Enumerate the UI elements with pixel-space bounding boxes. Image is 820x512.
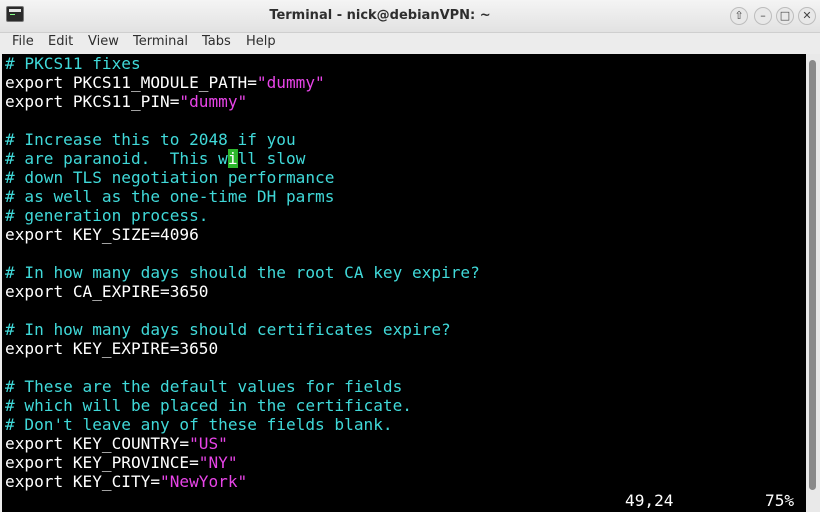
terminal-text: export PKCS11_MODULE_PATH= [5,73,257,92]
scroll-percent: 75% [765,491,795,510]
window-title: Terminal - nick@debianVPN: ~ [269,8,491,23]
terminal-line: # generation process. [5,206,208,225]
terminal-text: "NY" [198,453,238,472]
menu-view[interactable]: View [88,33,119,50]
scrollbar[interactable] [806,54,820,512]
menu-terminal[interactable]: Terminal [133,33,188,50]
terminal-text: # PKCS11 fixes [5,54,141,73]
terminal-text: export KEY_EXPIRE=3650 [5,339,219,358]
terminal-text: "dummy" [256,73,325,92]
terminal-line: export KEY_EXPIRE=3650 [5,339,218,358]
scrollbar-thumb[interactable] [809,60,816,490]
terminal-text: ll slow [237,149,306,168]
terminal-text: # In how many days should the root CA ke… [5,263,480,282]
terminal-line: # Don't leave any of these fields blank. [5,415,393,434]
terminal-text: # These are the default values for field… [5,377,403,396]
terminal-line: # These are the default values for field… [5,377,402,396]
menu-tabs[interactable]: Tabs [202,33,231,50]
terminal-text: # generation process. [5,206,209,225]
menu-edit[interactable]: Edit [48,33,73,50]
terminal-text: "dummy" [179,92,248,111]
menu-bar: File Edit View Terminal Tabs Help [0,33,820,54]
text-cursor: i [227,149,238,168]
menu-file[interactable]: File [12,33,34,50]
title-bar[interactable]: Terminal - nick@debianVPN: ~ ⇧ – □ ✕ [0,0,820,33]
terminal-text: export CA_EXPIRE=3650 [5,282,209,301]
terminal-line: # In how many days should certificates e… [5,320,451,339]
cursor-position: 49,24 [625,491,674,510]
terminal-line: export KEY_PROVINCE="NY" [5,453,238,472]
shade-button[interactable]: ⇧ [730,7,748,25]
terminal-line: export KEY_SIZE=4096 [5,225,199,244]
terminal-text: # down TLS negotiation performance [5,168,335,187]
terminal-text: # are paranoid. This w [5,149,228,168]
close-button[interactable]: ✕ [798,7,816,25]
terminal-line: # which will be placed in the certificat… [5,396,412,415]
maximize-button[interactable]: □ [776,7,794,25]
terminal-content[interactable]: 49,24 75% # PKCS11 fixes export PKCS11_MO… [2,54,806,512]
terminal-window: Terminal - nick@debianVPN: ~ ⇧ – □ ✕ Fil… [0,0,820,512]
terminal-line: # down TLS negotiation performance [5,168,334,187]
terminal-line: export CA_EXPIRE=3650 [5,282,208,301]
terminal-text: export KEY_PROVINCE= [5,453,199,472]
terminal-text: export KEY_SIZE=4096 [5,225,199,244]
terminal-text: export KEY_COUNTRY= [5,434,190,453]
terminal-line: # are paranoid. This will slow [5,149,305,168]
terminal-text: # which will be placed in the certificat… [5,396,412,415]
terminal-text: # Don't leave any of these fields blank. [5,415,393,434]
terminal-line: # as well as the one-time DH parms [5,187,334,206]
terminal-line: # PKCS11 fixes [5,54,141,73]
menu-help[interactable]: Help [246,33,276,50]
terminal-line: # In how many days should the root CA ke… [5,263,480,282]
terminal-text: "NewYork" [160,472,248,491]
terminal-line: export PKCS11_MODULE_PATH="dummy" [5,73,325,92]
terminal-line: # Increase this to 2048 if you [5,130,296,149]
terminal-text: export KEY_CITY= [5,472,161,491]
terminal-text: "US" [189,434,228,453]
terminal-text: export PKCS11_PIN= [5,92,180,111]
terminal-line: export KEY_CITY="NewYork" [5,472,247,491]
minimize-button[interactable]: – [754,7,772,25]
terminal-line: export PKCS11_PIN="dummy" [5,92,247,111]
terminal-line: export KEY_COUNTRY="US" [5,434,228,453]
terminal-text: # Increase this to 2048 if you [5,130,296,149]
terminal-text: # In how many days should certificates e… [5,320,451,339]
terminal-text: # as well as the one-time DH parms [5,187,335,206]
